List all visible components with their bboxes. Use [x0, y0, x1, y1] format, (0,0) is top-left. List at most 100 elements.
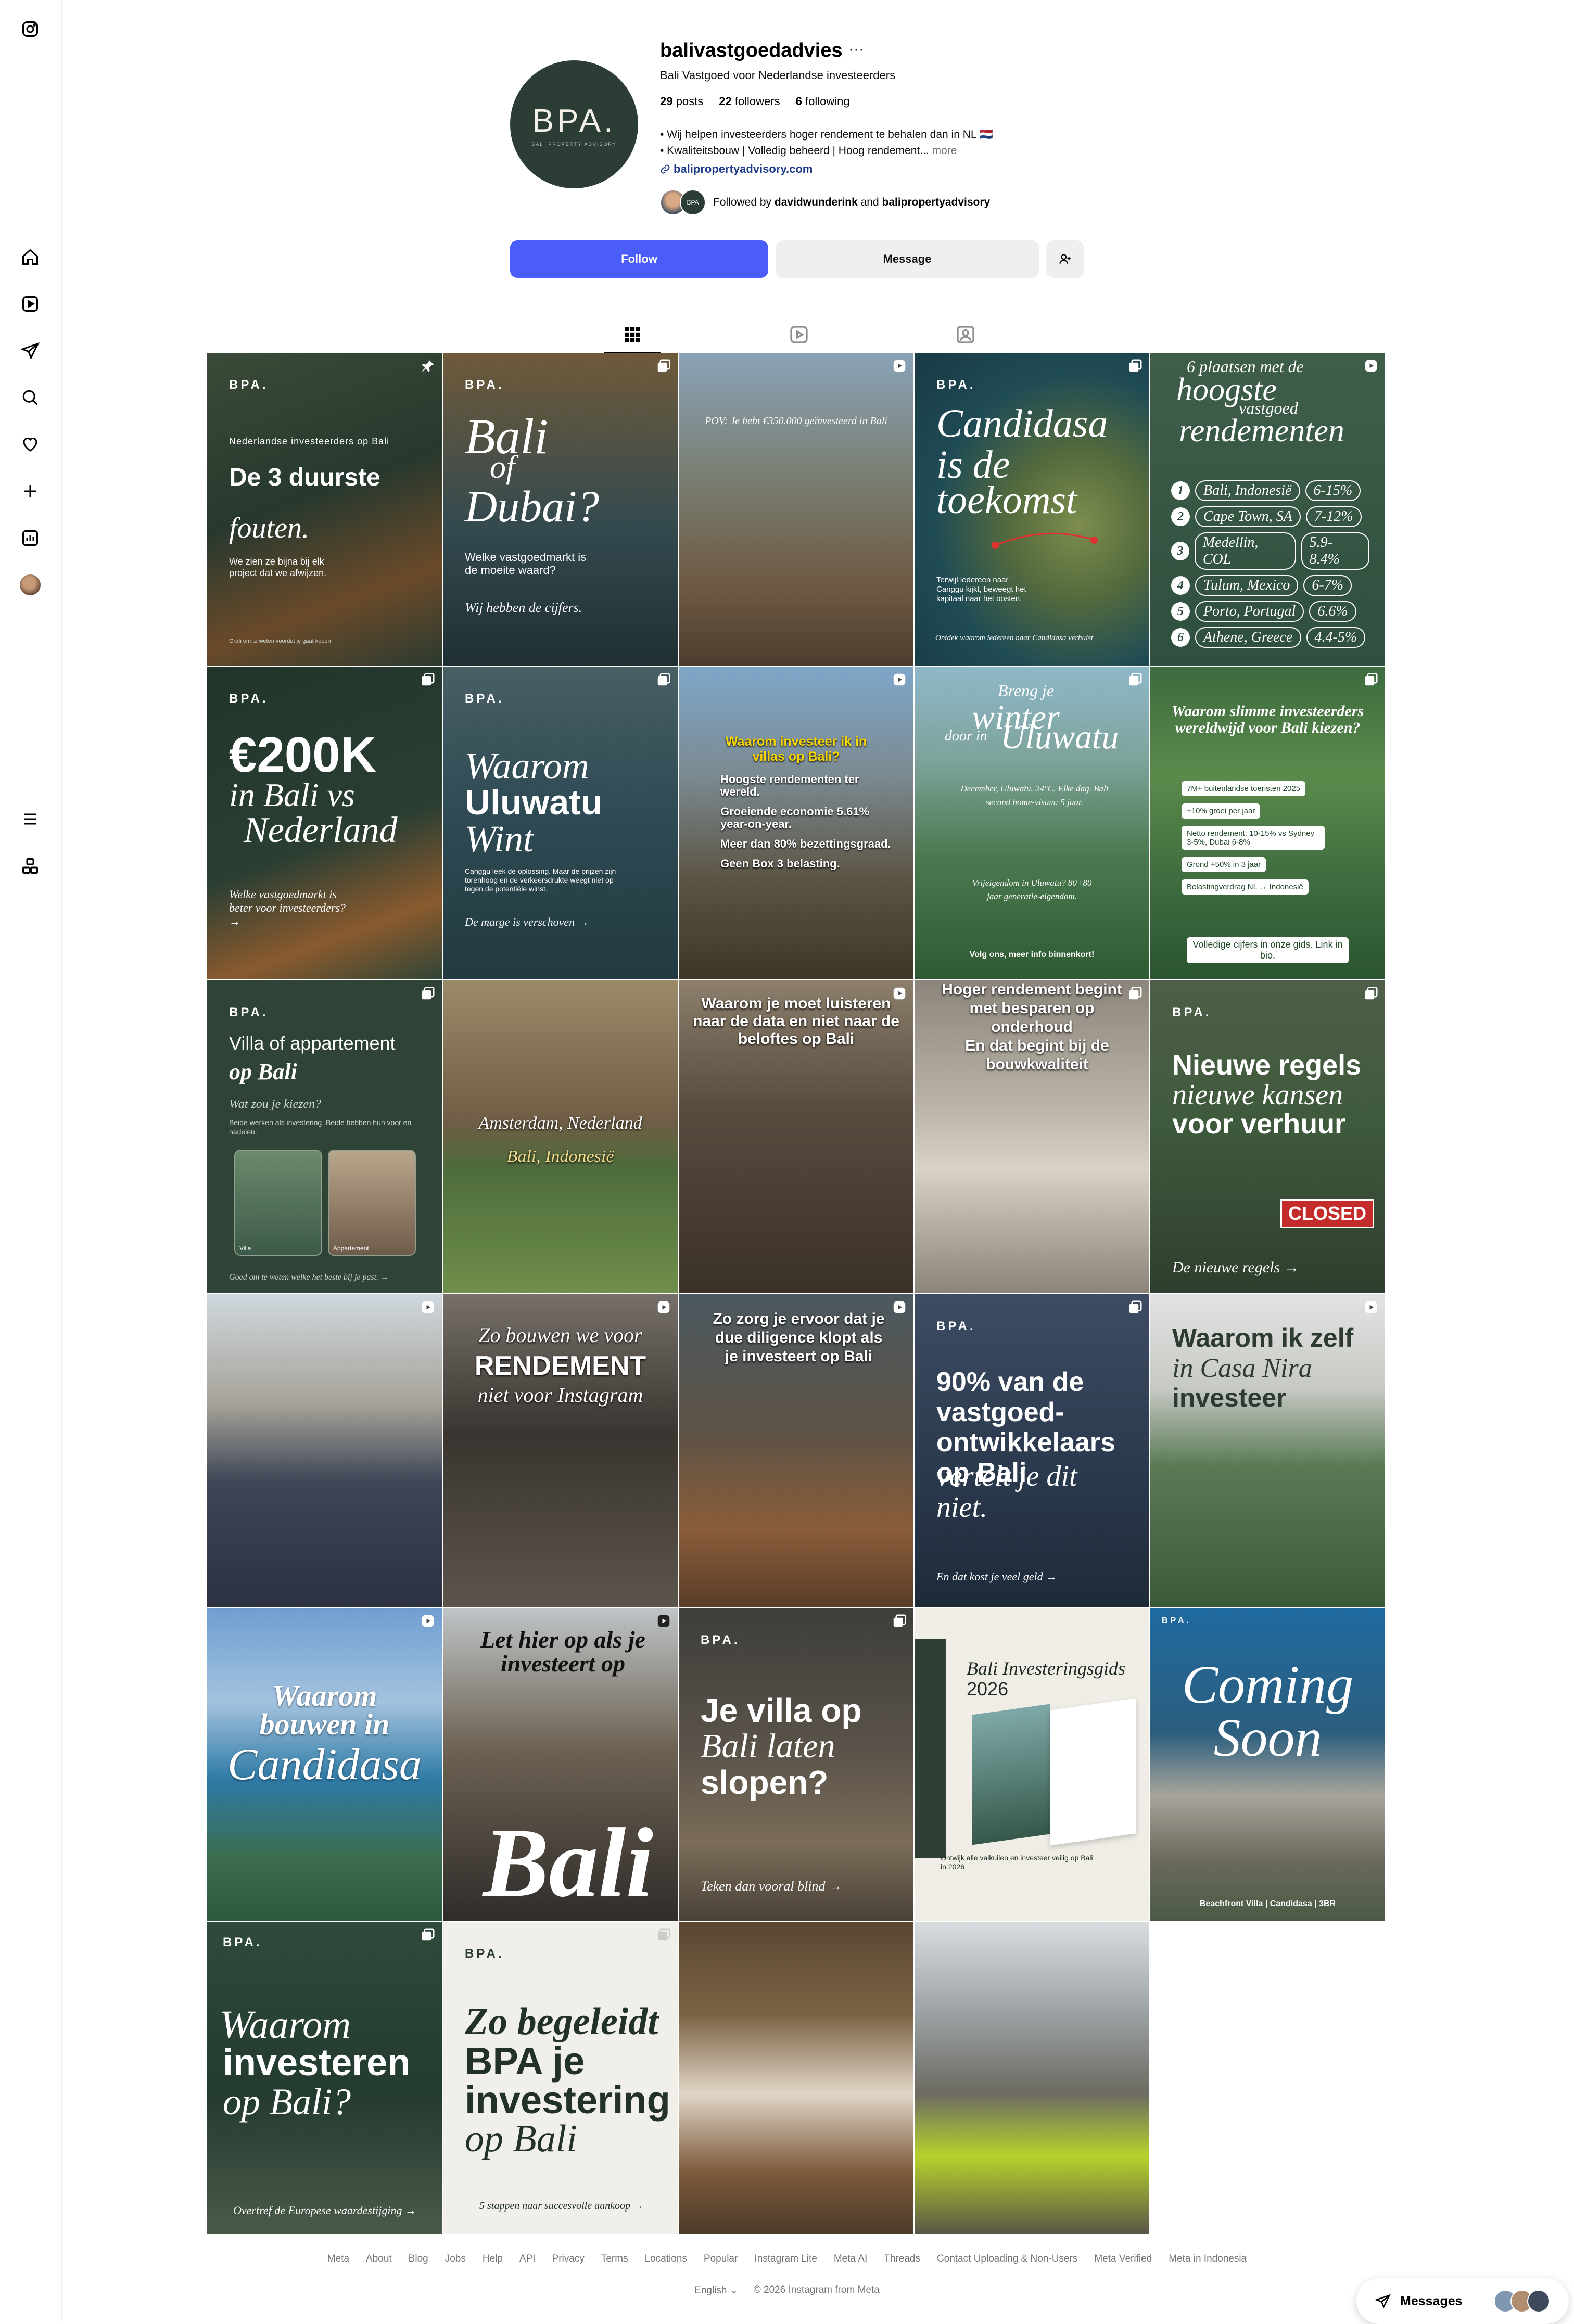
post-tile[interactable]: Zo bouwen we voor RENDEMENT niet voor In… — [443, 1294, 678, 1607]
language-select[interactable]: English ⌄ — [694, 2284, 738, 2296]
post-tile[interactable]: BPA. Je villa op Bali laten slopen? Teke… — [679, 1608, 913, 1921]
footer-link[interactable]: Contact Uploading & Non-Users — [937, 2253, 1077, 2265]
post-tile[interactable]: Hoger rendement begint met besparen op o… — [915, 980, 1149, 1293]
footer-link[interactable]: Meta Verified — [1094, 2253, 1152, 2265]
chevron-down-icon: ⌄ — [729, 2285, 738, 2296]
bio-more-link[interactable]: more — [932, 145, 957, 157]
post-tile[interactable]: BPA. Villa of appartement op Bali Wat zo… — [207, 980, 442, 1293]
profile-website-link[interactable]: balipropertyadvisory.com — [660, 162, 813, 176]
post-tile[interactable]: Waarom bouwen in Candidasa — [207, 1608, 442, 1921]
footer-link[interactable]: Threads — [884, 2253, 920, 2265]
post-title: Je villa op — [701, 1692, 862, 1729]
carousel-icon — [657, 1928, 670, 1941]
post-tile[interactable]: Amsterdam, Nederland Bali, Indonesië — [443, 980, 678, 1293]
also-from-meta-icon[interactable] — [20, 855, 41, 876]
footer-link[interactable]: Terms — [601, 2253, 628, 2265]
post-tile[interactable]: BPA. Waarom Uluwatu Wint Canggu leek de … — [443, 667, 678, 979]
footer-link[interactable]: Privacy — [552, 2253, 585, 2265]
stat-posts[interactable]: 29 posts — [660, 95, 703, 108]
follow-button[interactable]: Follow — [510, 240, 768, 278]
bpa-logo-text: BPA. — [1172, 1005, 1212, 1019]
footer-link[interactable]: Instagram Lite — [754, 2253, 817, 2265]
post-tile[interactable]: Waarom investeer ik in villas op Bali? H… — [679, 667, 913, 979]
post-tile[interactable]: Waarom ik zelf in Casa Nira investeer — [1150, 1294, 1385, 1607]
profile-username: balivastgoedadvies — [660, 40, 843, 61]
reel-icon — [893, 360, 906, 372]
post-tile[interactable]: Waarom slimme investeerders wereldwijd v… — [1150, 667, 1385, 979]
footer-link[interactable]: Popular — [704, 2253, 738, 2265]
post-title: €200K — [229, 727, 376, 783]
footer-link[interactable]: Meta — [327, 2253, 349, 2265]
post-footer: Volg ons, meer info binnenkort! — [969, 950, 1095, 959]
footer-link[interactable]: Meta AI — [834, 2253, 867, 2265]
post-tile[interactable]: Zo zorg je ervoor dat je due diligence k… — [679, 1294, 913, 1607]
dashboard-icon[interactable] — [20, 528, 41, 548]
tab-tagged[interactable] — [937, 317, 994, 352]
post-tile[interactable]: POV: Je hebt €350.000 geïnvesteerd in Ba… — [679, 353, 913, 666]
post-tile[interactable] — [207, 1294, 442, 1607]
instagram-icon[interactable] — [20, 19, 41, 40]
post-tile[interactable]: 6 plaatsen met de hoogste vastgoed rende… — [1150, 353, 1385, 666]
post-title: niet voor Instagram — [477, 1383, 643, 1407]
stat-following[interactable]: 6 following — [796, 95, 850, 108]
footer-link[interactable]: Blog — [409, 2253, 428, 2265]
post-title: Nieuwe regels — [1172, 1050, 1362, 1081]
followed-by[interactable]: BPA Followed by davidwunderink and balip… — [660, 189, 990, 215]
reel-icon — [893, 673, 906, 686]
bpa-logo-text: BPA. — [936, 378, 976, 392]
carousel-icon — [1129, 1300, 1142, 1313]
messages-label: Messages — [1400, 2293, 1463, 2308]
post-title-accent: rendementen — [1179, 413, 1344, 449]
post-tile[interactable]: BPA. Nieuwe regels nieuwe kansen voor ve… — [1150, 980, 1385, 1293]
footer-meta: English ⌄ © 2026 Instagram from Meta — [0, 2284, 1574, 2296]
footer-links: Meta About Blog Jobs Help API Privacy Te… — [0, 2253, 1574, 2265]
footer-link[interactable]: Meta in Indonesia — [1169, 2253, 1247, 2265]
link-icon — [661, 164, 670, 174]
post-tile[interactable]: BPA. Coming Soon Beachfront Villa | Cand… — [1150, 1608, 1385, 1921]
suggested-users-button[interactable] — [1046, 240, 1084, 278]
stat-followers[interactable]: 22 followers — [719, 95, 780, 108]
post-tile[interactable] — [915, 1922, 1149, 2234]
post-tile[interactable]: BPA. Waarom investeren op Bali? Overtref… — [207, 1922, 442, 2234]
post-tile[interactable]: BPA. Bali of Dubai? Welke vastgoedmarkt … — [443, 353, 678, 666]
post-tile[interactable]: Bali Investeringsgids 2026 Ontwijk alle … — [915, 1608, 1149, 1921]
home-icon[interactable] — [20, 247, 41, 267]
create-icon[interactable] — [20, 481, 41, 502]
more-options-icon[interactable]: ··· — [848, 41, 864, 58]
menu-icon[interactable] — [20, 809, 41, 829]
footer-link[interactable]: API — [519, 2253, 536, 2265]
post-tile[interactable] — [679, 1922, 913, 2234]
footer-link[interactable]: About — [366, 2253, 392, 2265]
post-title-accent: nieuwe kansen — [1172, 1079, 1343, 1111]
profile-picture[interactable]: BPA. BALI PROPERTY ADVISORY — [510, 60, 638, 188]
post-tile[interactable]: Let hier op als je investeert op Bali — [443, 1608, 678, 1921]
post-tile[interactable]: BPA. 90% van de vastgoed-ontwikkelaars o… — [915, 1294, 1149, 1607]
post-tile[interactable]: BPA. Candidasa is de toekomst Terwijl ie… — [915, 353, 1149, 666]
reel-icon — [422, 1301, 434, 1313]
send-icon[interactable] — [20, 340, 41, 361]
post-tile[interactable]: BPA. Nederlandse investeerders op Bali D… — [207, 353, 442, 666]
footer-link[interactable]: Locations — [645, 2253, 687, 2265]
footer-link[interactable]: Jobs — [445, 2253, 466, 2265]
post-title: POV: Je hebt €350.000 geïnvesteerd in Ba… — [705, 415, 887, 427]
post-title: slopen? — [701, 1764, 829, 1801]
post-tile[interactable]: BPA. €200K in Bali vs Nederland Welke va… — [207, 667, 442, 979]
tab-reels[interactable] — [770, 317, 828, 352]
tab-posts[interactable] — [604, 317, 661, 353]
post-tile[interactable]: BPA. Zo begeleidt BPA je investering op … — [443, 1922, 678, 2234]
heart-icon[interactable] — [20, 434, 41, 455]
post-tile[interactable]: Waarom je moet luisteren naar de data en… — [679, 980, 913, 1293]
footer-link[interactable]: Help — [483, 2253, 503, 2265]
list-item: 5 Porto, Portugal 6.6% — [1171, 601, 1369, 622]
post-tile[interactable]: Breng je winter door in Uluwatu December… — [915, 667, 1149, 979]
pinned-icon — [422, 360, 434, 372]
post-title: Amsterdam, Nederland — [478, 1114, 642, 1133]
reel-icon — [1365, 1301, 1377, 1313]
reels-icon[interactable] — [20, 293, 41, 314]
post-subtitle: Welke vastgoedmarkt is beter voor invest… — [229, 888, 346, 928]
messages-button[interactable]: Messages — [1356, 2278, 1569, 2324]
bpa-logo-text: BPA. — [1162, 1616, 1192, 1625]
profile-avatar[interactable] — [20, 574, 41, 595]
message-button[interactable]: Message — [776, 240, 1039, 278]
search-icon[interactable] — [20, 387, 41, 408]
